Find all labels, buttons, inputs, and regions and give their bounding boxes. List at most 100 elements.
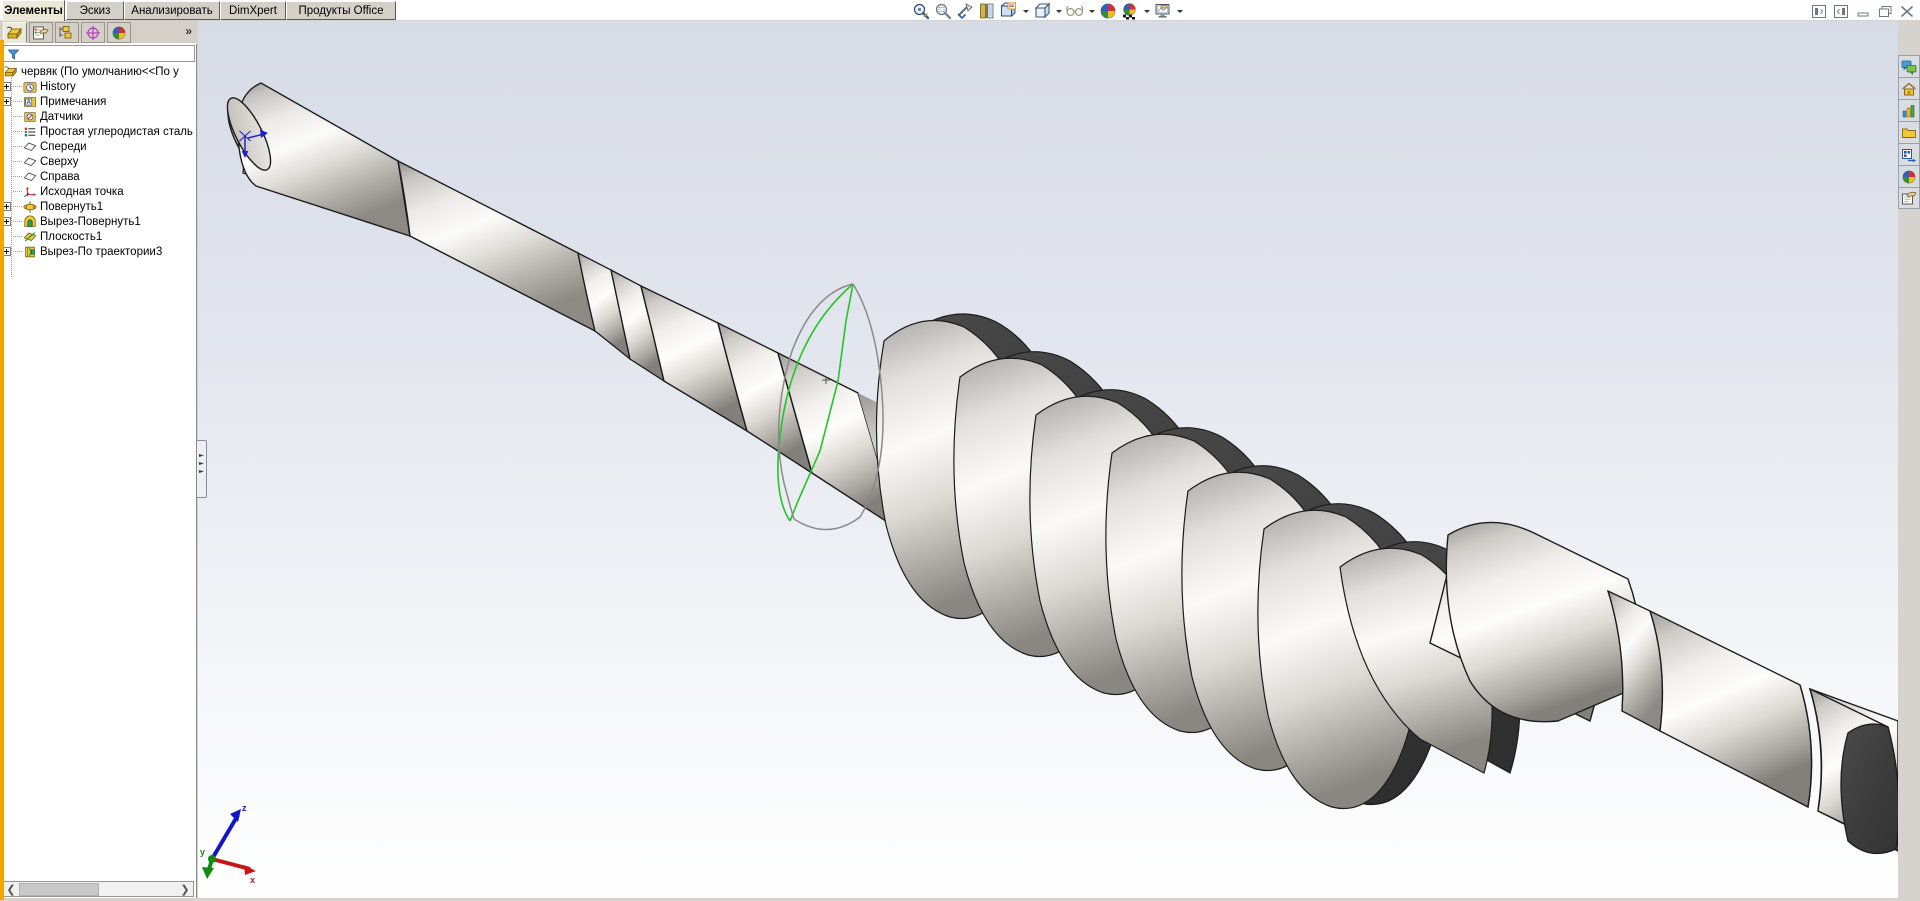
tree-connector — [13, 109, 23, 124]
manager-overflow-button[interactable]: » — [185, 24, 190, 38]
restore-pane-left-button[interactable] — [1810, 3, 1828, 19]
svg-text:A: A — [26, 99, 31, 106]
tree-item-sensors[interactable]: Датчики — [0, 109, 196, 124]
glasses-icon[interactable] — [1064, 1, 1086, 21]
shaft-right-segment-2 — [1650, 611, 1812, 807]
close-button[interactable] — [1898, 3, 1916, 19]
view-toolbar — [910, 1, 1185, 21]
feature-tree-icon[interactable] — [3, 22, 27, 43]
tree-item-label: Исходная точка — [40, 186, 124, 198]
scroll-right-arrow-icon[interactable]: ❯ — [177, 883, 193, 896]
previous-view-icon[interactable] — [954, 1, 976, 21]
chart-icon[interactable] — [1898, 99, 1920, 121]
tree-item-plane1[interactable]: Плоскость1 — [0, 229, 196, 244]
tree-connector — [13, 184, 23, 199]
tree-root-label: червяк (По умолчанию<<По у — [21, 66, 179, 78]
triad-x-label: x — [250, 875, 255, 885]
tree-item-annotations[interactable]: A Примечания — [0, 94, 196, 109]
revolve-cut-icon — [23, 215, 37, 229]
tree-item-label: Сверху — [40, 156, 78, 168]
sensors-icon — [23, 110, 37, 124]
tree-connector — [13, 214, 23, 229]
property-manager-icon[interactable] — [29, 22, 53, 43]
tree-connector — [13, 169, 23, 184]
worm-shaft-3d-model: z x y — [198, 21, 1898, 901]
glasses-caret-icon[interactable] — [1086, 1, 1097, 21]
section-view-icon[interactable] — [976, 1, 998, 21]
scroll-thumb[interactable] — [19, 883, 99, 896]
triad-z-label: z — [242, 803, 247, 813]
view-settings-icon[interactable] — [1152, 1, 1174, 21]
tab-dimxpert[interactable]: DimXpert — [220, 1, 286, 20]
tree-connector — [13, 199, 23, 214]
part-icon — [4, 65, 18, 79]
scroll-left-arrow-icon[interactable]: ❮ — [3, 883, 19, 896]
configuration-manager-icon[interactable] — [55, 22, 79, 43]
dimxpert-icon[interactable] — [81, 22, 105, 43]
restore-pane-right-button[interactable] — [1832, 3, 1850, 19]
window-controls — [1810, 1, 1916, 21]
tree-connector — [13, 154, 23, 169]
tree-item-revolve-cut1[interactable]: Вырез-Повернуть1 — [0, 214, 196, 229]
appearance-icon[interactable] — [1097, 1, 1119, 21]
view-settings-caret-icon[interactable] — [1174, 1, 1185, 21]
tree-root-node[interactable]: червяк (По умолчанию<<По у — [0, 64, 196, 79]
restore-button[interactable] — [1876, 3, 1894, 19]
resources-icon[interactable] — [1898, 55, 1920, 77]
appearances-icon[interactable] — [1898, 165, 1920, 187]
manager-tab-toolbar: » — [0, 20, 197, 44]
tree-item-label: Справа — [40, 171, 80, 183]
tree-item-label: Плоскость1 — [40, 231, 102, 243]
panel-splitter-handle[interactable] — [197, 440, 207, 498]
scene-caret-icon[interactable] — [1141, 1, 1152, 21]
tree-item-material[interactable]: Простая углеродистая сталь — [0, 124, 196, 139]
tree-item-label: Датчики — [40, 111, 83, 123]
view-orientation-caret-icon[interactable] — [1020, 1, 1031, 21]
tab-analizirovat[interactable]: Анализировать — [124, 1, 220, 20]
tree-item-plane-front[interactable]: Спереди — [0, 139, 196, 154]
history-icon — [23, 80, 37, 94]
scene-icon[interactable] — [1119, 1, 1141, 21]
folder-icon[interactable] — [1898, 121, 1920, 143]
feature-tree-filter[interactable] — [3, 45, 195, 62]
tree-item-sweep-cut3[interactable]: Вырез-По траектории3 — [0, 244, 196, 259]
triad-y-label: y — [200, 847, 205, 857]
view-palette-icon[interactable] — [1898, 143, 1920, 165]
display-manager-icon[interactable] — [107, 22, 131, 43]
revolve-icon — [23, 200, 37, 214]
tree-item-label: History — [40, 81, 76, 93]
tree-item-label: Примечания — [40, 96, 106, 108]
panel-accent-bar — [0, 40, 4, 900]
origin-icon — [23, 185, 37, 199]
zoom-fit-icon[interactable] — [910, 1, 932, 21]
tree-connector — [13, 94, 23, 109]
display-style-icon[interactable] — [1031, 1, 1053, 21]
feature-tree-hscrollbar[interactable]: ❮ ❯ — [2, 881, 194, 897]
tab-elementy[interactable]: Элементы — [2, 0, 65, 21]
view-orientation-icon[interactable] — [998, 1, 1020, 21]
feature-manager-panel: » червя — [0, 20, 197, 901]
shaft-right-end-face — [1841, 724, 1898, 853]
custom-properties-icon[interactable] — [1898, 187, 1920, 209]
tree-item-history[interactable]: History — [0, 79, 196, 94]
graphics-viewport[interactable]: z x y — [198, 21, 1898, 901]
tree-connector — [13, 124, 23, 139]
home-library-icon[interactable] — [1898, 77, 1920, 99]
sweep-cut-icon — [23, 245, 37, 259]
task-pane-toolbar — [1898, 55, 1920, 209]
tree-item-label: Повернуть1 — [40, 201, 103, 213]
tree-connector — [13, 229, 23, 244]
tree-item-plane-top[interactable]: Сверху — [0, 154, 196, 169]
plane-icon — [23, 140, 37, 154]
tree-item-revolve1[interactable]: Повернуть1 — [0, 199, 196, 214]
tab-eskiz[interactable]: Эскиз — [66, 1, 124, 20]
tree-item-label: Спереди — [40, 141, 87, 153]
tab-office-products[interactable]: Продукты Office — [286, 1, 396, 20]
material-icon — [23, 125, 37, 139]
zoom-area-icon[interactable] — [932, 1, 954, 21]
tree-item-plane-right[interactable]: Справа — [0, 169, 196, 184]
minimize-button[interactable] — [1854, 3, 1872, 19]
tree-item-origin[interactable]: Исходная точка — [0, 184, 196, 199]
plane-icon — [23, 170, 37, 184]
display-style-caret-icon[interactable] — [1053, 1, 1064, 21]
